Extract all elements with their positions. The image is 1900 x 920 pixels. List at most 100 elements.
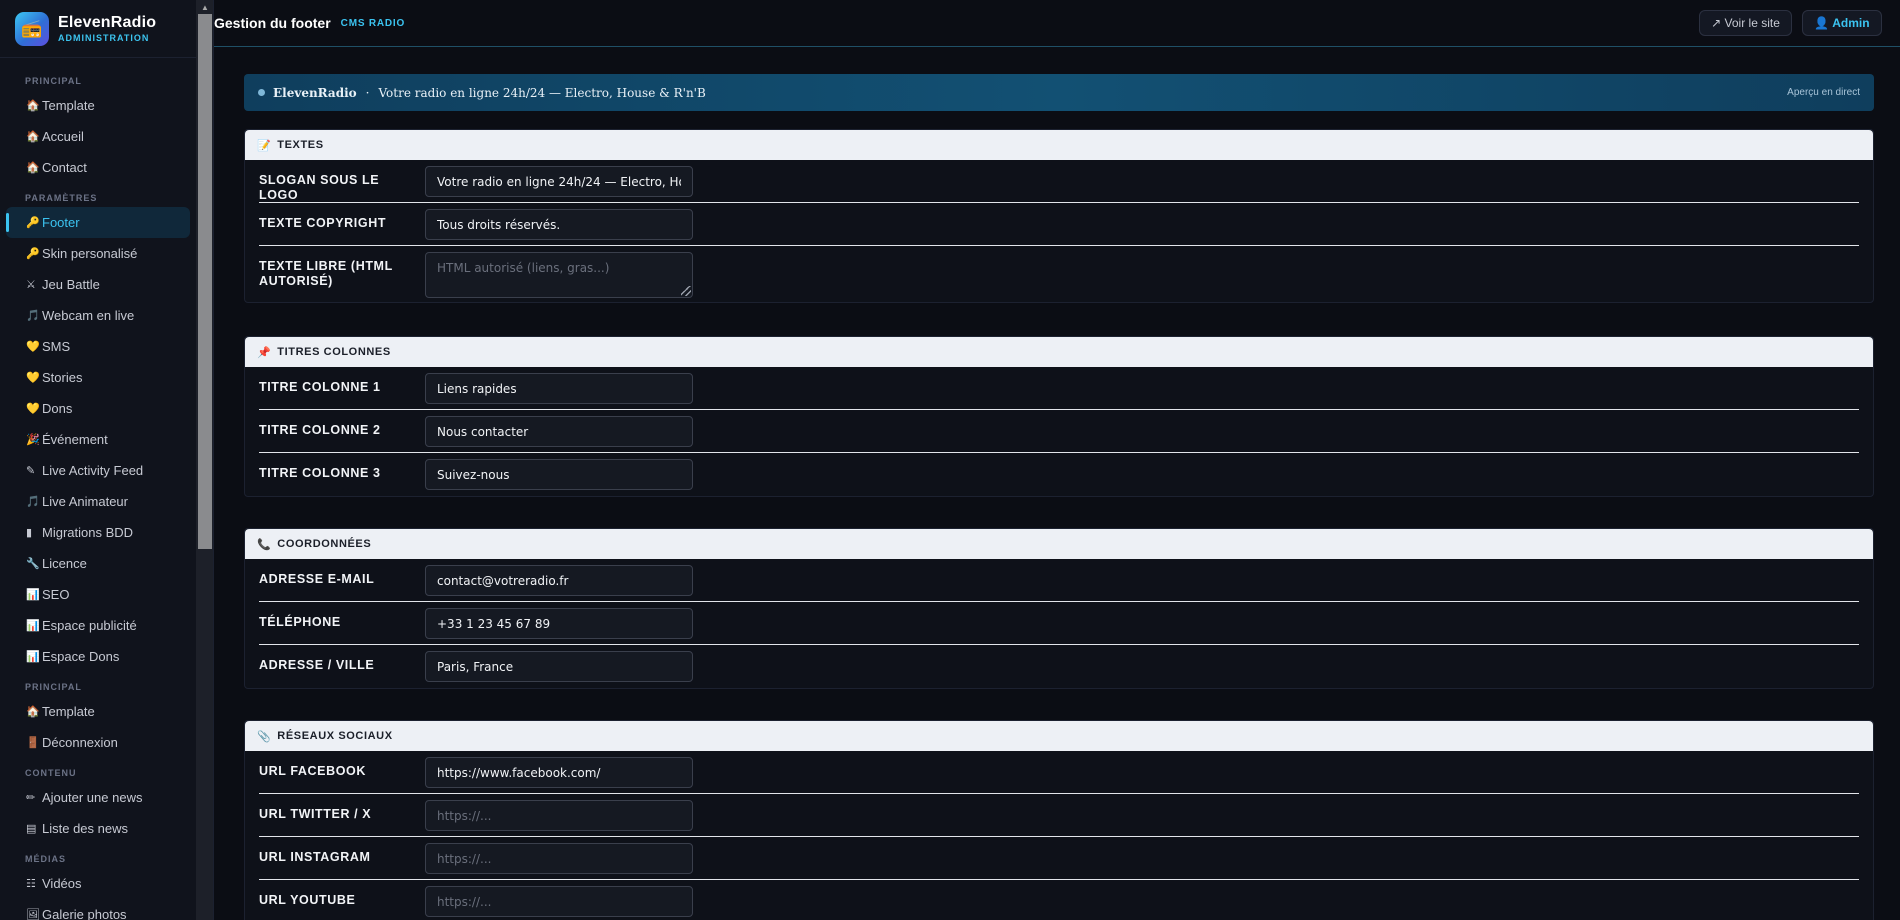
sidebar-item[interactable]: ⚔ Jeu Battle: [6, 269, 190, 300]
sidebar-item-icon: 💛: [26, 403, 40, 415]
live-dot-icon: [258, 89, 265, 96]
sidebar-item[interactable]: 🔑 Footer: [6, 207, 190, 238]
slogan-label: SLOGAN SOUS LE LOGO: [259, 173, 380, 202]
phone-field[interactable]: [425, 608, 693, 639]
copyright-input[interactable]: [425, 209, 693, 240]
sidebar-item-label: Vidéos: [42, 876, 82, 891]
sidebar-item-label: Skin personalisé: [42, 246, 138, 261]
sidebar-item[interactable]: 📊 Espace Dons: [6, 641, 190, 672]
sidebar-item-label: Webcam en live: [42, 308, 135, 323]
sidebar-item-icon: ⚔: [26, 279, 36, 291]
brand-title: ElevenRadio: [58, 14, 157, 31]
preview-live-label: Aperçu en direct: [1787, 87, 1860, 98]
youtube-url-input[interactable]: [425, 886, 693, 917]
sidebar-item[interactable]: 📊 Espace publicité: [6, 610, 190, 641]
sidebar-item-label: SEO: [42, 587, 70, 602]
sidebar-item-label: Template: [42, 704, 95, 719]
resize-grip-icon[interactable]: [681, 286, 691, 296]
sidebar-section-label: MÉDIAS: [25, 854, 67, 864]
sidebar-item-icon: 🔑: [26, 217, 40, 229]
sidebar-item-label: Footer: [42, 215, 80, 230]
sidebar-item[interactable]: ▮ Migrations BDD: [6, 517, 190, 548]
sidebar-section-label: PARAMÈTRES: [25, 193, 98, 203]
column3-input[interactable]: [425, 459, 693, 490]
sidebar-item[interactable]: ✏ Ajouter une news: [6, 782, 190, 813]
free-text-label: TEXTE LIBRE (HTML AUTORISÉ): [259, 259, 393, 288]
card-title: TITRES COLONNES: [277, 346, 391, 358]
twitter-url-input[interactable]: [425, 800, 693, 831]
slogan-input[interactable]: [425, 166, 693, 197]
sidebar-item[interactable]: 🎉 Événement: [6, 424, 190, 455]
sidebar-item-icon: ▤: [26, 823, 37, 835]
sidebar-item[interactable]: 🔧 Licence: [6, 548, 190, 579]
sidebar-item[interactable]: 🏠 Contact: [6, 152, 190, 183]
sidebar-item[interactable]: ☷ Vidéos: [6, 868, 190, 899]
sidebar-item[interactable]: ✎ Live Activity Feed: [6, 455, 190, 486]
sidebar-item[interactable]: 💛 SMS: [6, 331, 190, 362]
sidebar-item-icon: 📊: [26, 620, 40, 632]
column3-label: TITRE COLONNE 3: [259, 466, 381, 480]
card-reseaux-sociaux: 📎 RÉSEAUX SOCIAUX URL FACEBOOK URL TWITT…: [244, 720, 1874, 920]
sidebar-item-icon: 🏠: [26, 100, 40, 112]
sidebar-item[interactable]: 🎵 Live Animateur: [6, 486, 190, 517]
field-row: TEXTE LIBRE (HTML AUTORISÉ): [259, 246, 1859, 302]
sidebar-item[interactable]: 💛 Stories: [6, 362, 190, 393]
field-row: ADRESSE E-MAIL: [259, 559, 1859, 602]
field-row: TITRE COLONNE 1: [259, 367, 1859, 410]
sidebar-item-label: Dons: [42, 401, 73, 416]
sidebar-item-icon: 🎵: [26, 310, 40, 322]
sidebar-item-label: Jeu Battle: [42, 277, 100, 292]
sidebar-item-icon: 🏠: [26, 131, 40, 143]
free-text-textarea[interactable]: [425, 252, 693, 298]
field-row: ADRESSE / VILLE: [259, 645, 1859, 688]
brand[interactable]: 📻 ElevenRadio ADMINISTRATION: [0, 0, 213, 58]
scroll-up-icon[interactable]: ▲: [196, 0, 213, 14]
sidebar-item-icon: 📊: [26, 589, 40, 601]
column2-input[interactable]: [425, 416, 693, 447]
topbar: Gestion du footer CMS RADIO ↗ Voir le si…: [214, 0, 1900, 47]
sidebar-item-label: Contact: [42, 160, 87, 175]
sidebar-item[interactable]: 🎵 Webcam en live: [6, 300, 190, 331]
sidebar-section-label: PRINCIPAL: [25, 682, 82, 692]
card-header: 📌 TITRES COLONNES: [245, 337, 1873, 367]
page-badge: CMS RADIO: [340, 17, 406, 29]
sidebar-item[interactable]: 🏠 Template: [6, 90, 190, 121]
email-label: ADRESSE E-MAIL: [259, 572, 375, 586]
scroll-thumb[interactable]: [198, 14, 212, 549]
card-title: TEXTES: [277, 139, 324, 151]
field-row: TITRE COLONNE 3: [259, 453, 1859, 496]
sidebar-item-icon: 🔧: [26, 558, 40, 570]
instagram-url-input[interactable]: [425, 843, 693, 874]
sidebar-item[interactable]: 📊 SEO: [6, 579, 190, 610]
admin-button[interactable]: 👤 Admin: [1802, 10, 1882, 36]
youtube-label: URL YOUTUBE: [259, 893, 356, 907]
phone-icon: 📞: [257, 538, 272, 551]
sidebar-item[interactable]: 🚪 Déconnexion: [6, 727, 190, 758]
sidebar-item-label: Template: [42, 98, 95, 113]
facebook-url-input[interactable]: [425, 757, 693, 788]
sidebar-scrollbar[interactable]: ▲: [196, 0, 213, 920]
sidebar-item[interactable]: ▤ Liste des news: [6, 813, 190, 844]
sidebar-item-icon: ✎: [26, 465, 36, 477]
sidebar-item[interactable]: 💛 Dons: [6, 393, 190, 424]
sidebar-item[interactable]: 🏠 Template: [6, 696, 190, 727]
sidebar-item-label: SMS: [42, 339, 71, 354]
card-header: 📎 RÉSEAUX SOCIAUX: [245, 721, 1873, 751]
sidebar-item-label: Événement: [42, 432, 108, 447]
sidebar-item-label: Live Activity Feed: [42, 463, 144, 478]
sidebar-item[interactable]: 🏠 Accueil: [6, 121, 190, 152]
copyright-label: TEXTE COPYRIGHT: [259, 216, 387, 230]
sidebar-item[interactable]: 🖼 Galerie photos: [6, 899, 190, 920]
sidebar-item-icon: ▮: [26, 527, 33, 539]
memo-icon: 📝: [257, 139, 272, 152]
sidebar-item-icon: ✏: [26, 792, 36, 804]
email-field[interactable]: [425, 565, 693, 596]
column1-input[interactable]: [425, 373, 693, 404]
view-site-button[interactable]: ↗ Voir le site: [1699, 10, 1792, 36]
address-field[interactable]: [425, 651, 693, 682]
field-row: TEXTE COPYRIGHT: [259, 203, 1859, 246]
card-title: COORDONNÉES: [277, 538, 372, 550]
sidebar-nav: PRINCIPAL 🏠 Template 🏠 Accueil 🏠 Contact PARAMÈ…: [0, 72, 196, 920]
field-row: URL YOUTUBE: [259, 880, 1859, 920]
sidebar-item[interactable]: 🔑 Skin personalisé: [6, 238, 190, 269]
